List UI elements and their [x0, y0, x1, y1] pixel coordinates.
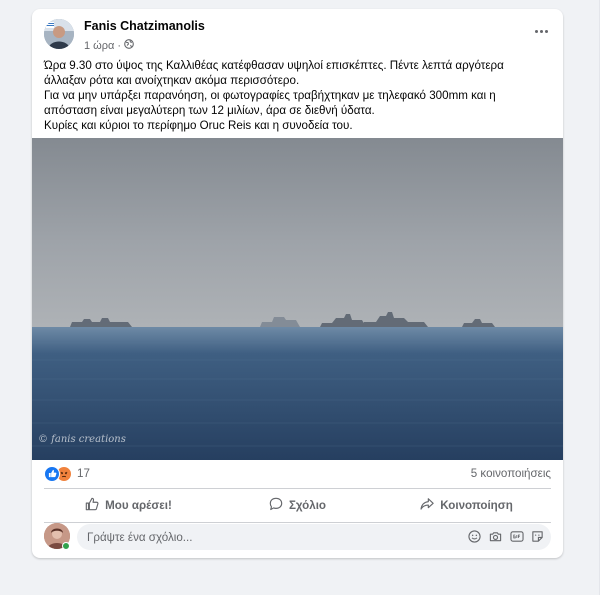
comment-bubble-icon: [269, 497, 283, 514]
meta-separator: ·: [117, 39, 122, 52]
action-bar: Μου αρέσει! Σχόλιο Κοινοποίηση: [44, 488, 551, 522]
post-card: Fanis Chatzimanolis 1 ώρα · Ώρα 9.30 στο…: [32, 9, 563, 558]
more-options-icon[interactable]: [531, 21, 551, 41]
post-photo[interactable]: © fanis creations: [32, 138, 563, 460]
author-avatar[interactable]: [44, 19, 74, 49]
gif-icon[interactable]: [509, 529, 524, 544]
sticker-icon[interactable]: [530, 529, 545, 544]
share-arrow-icon: [420, 497, 434, 514]
like-reaction-icon: [44, 465, 60, 482]
post-time[interactable]: 1 ώρα: [84, 40, 114, 52]
comment-composer: [44, 523, 551, 553]
comment-label: Σχόλιο: [288, 498, 327, 512]
like-label: Μου αρέσει!: [105, 498, 172, 512]
post-text-line: Για να μην υπάρξει παρανόηση, οι φωτογρα…: [44, 89, 496, 102]
camera-icon[interactable]: [488, 529, 503, 544]
post-header: Fanis Chatzimanolis 1 ώρα ·: [44, 17, 551, 57]
author-name[interactable]: Fanis Chatzimanolis: [84, 19, 205, 33]
emoji-icon[interactable]: [467, 529, 482, 544]
reactions-summary[interactable]: 17: [44, 465, 90, 482]
like-button[interactable]: Μου αρέσει!: [44, 490, 213, 520]
globe-icon[interactable]: [124, 39, 134, 52]
post-meta: 1 ώρα ·: [84, 39, 134, 52]
reaction-count: 17: [77, 467, 90, 480]
online-status-dot: [62, 542, 70, 550]
post-text-line: Κυρίες και κύριοι το περίφημο Oruc Reis …: [44, 119, 353, 132]
post-text-line: άλλαξαν ρότα και ανοίχτηκαν ακόμα περισσ…: [44, 74, 300, 87]
thumbs-up-icon: [85, 497, 99, 514]
post-text-line: Ώρα 9.30 στο ύψος της Καλλιθέας κατέφθασ…: [44, 59, 504, 72]
share-count[interactable]: 5 κοινοποιήσεις: [471, 467, 551, 480]
post-text-line: απόσταση είναι μεγαλύτερη των 12 μιλίων,…: [44, 104, 375, 117]
post-stats: 17 5 κοινοποιήσεις: [44, 460, 551, 487]
comment-tools: [467, 529, 545, 544]
share-button[interactable]: Κοινοποίηση: [382, 490, 551, 520]
post-text: Ώρα 9.30 στο ύψος της Καλλιθέας κατέφθασ…: [44, 58, 549, 133]
comment-button[interactable]: Σχόλιο: [213, 490, 382, 520]
share-label: Κοινοποίηση: [440, 498, 513, 512]
photo-watermark: © fanis creations: [38, 434, 126, 445]
